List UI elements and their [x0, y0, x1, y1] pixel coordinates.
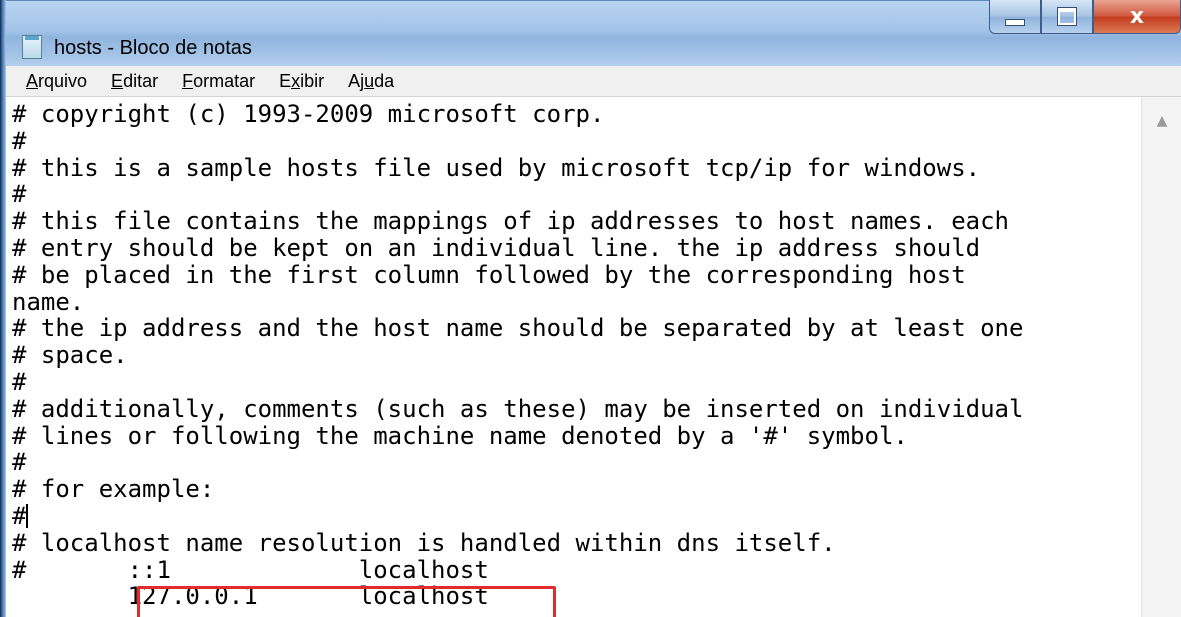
- text-line: name.: [12, 287, 85, 316]
- text-line: # be placed in the first column followed…: [12, 260, 966, 289]
- menu-item-exibir[interactable]: Exibir: [267, 66, 336, 96]
- menu-item-ajuda[interactable]: Ajuda: [336, 66, 406, 96]
- text-line: # for example:: [12, 475, 215, 504]
- text-line: # the ip address and the host name shoul…: [12, 314, 1024, 343]
- caption-buttons: x: [989, 0, 1181, 36]
- text-caret: [26, 503, 29, 528]
- text-line: # entry should be kept on an individual …: [12, 233, 981, 262]
- text-line: # this is a sample hosts file used by mi…: [12, 153, 981, 182]
- localhost-highlight-box: [137, 586, 556, 617]
- text-line: # localhost name resolution is handled w…: [12, 528, 836, 557]
- notepad-window: hosts - Bloco de notas x Arquivo Editar Fo…: [0, 0, 1181, 617]
- close-button[interactable]: x: [1093, 0, 1181, 34]
- minimize-button[interactable]: [989, 0, 1041, 34]
- text-line: #: [12, 367, 27, 396]
- maximize-button[interactable]: [1041, 0, 1093, 34]
- text-line: # additionally, comments (such as these)…: [12, 394, 1024, 423]
- notepad-icon[interactable]: [22, 35, 42, 59]
- text-line: # space.: [12, 341, 128, 370]
- menu-bar: Arquivo Editar Formatar Exibir Ajuda: [6, 66, 1181, 97]
- text-line: #: [12, 180, 27, 209]
- file-content[interactable]: # copyright (c) 1993-2009 microsoft corp…: [6, 97, 1141, 610]
- text-editor[interactable]: # copyright (c) 1993-2009 microsoft corp…: [6, 97, 1141, 617]
- text-line: #: [12, 501, 27, 530]
- window-title: hosts - Bloco de notas: [54, 37, 252, 59]
- maximize-icon: [1058, 8, 1076, 25]
- text-line: # copyright (c) 1993-2009 microsoft corp…: [12, 100, 605, 128]
- menu-item-arquivo[interactable]: Arquivo: [6, 66, 99, 96]
- scroll-up-arrow-icon[interactable]: ▲: [1142, 111, 1181, 131]
- minimize-icon: [1005, 19, 1025, 26]
- text-line: # this file contains the mappings of ip …: [12, 207, 1009, 236]
- menu-item-editar[interactable]: Editar: [99, 66, 170, 96]
- text-line: #: [12, 126, 27, 155]
- menu-item-formatar[interactable]: Formatar: [170, 66, 267, 96]
- text-line: # ::1 localhost: [12, 555, 489, 584]
- close-icon: x: [1129, 4, 1145, 29]
- text-line: #: [12, 448, 27, 477]
- vertical-scrollbar[interactable]: ▲: [1141, 97, 1181, 617]
- text-line: # lines or following the machine name de…: [12, 421, 908, 450]
